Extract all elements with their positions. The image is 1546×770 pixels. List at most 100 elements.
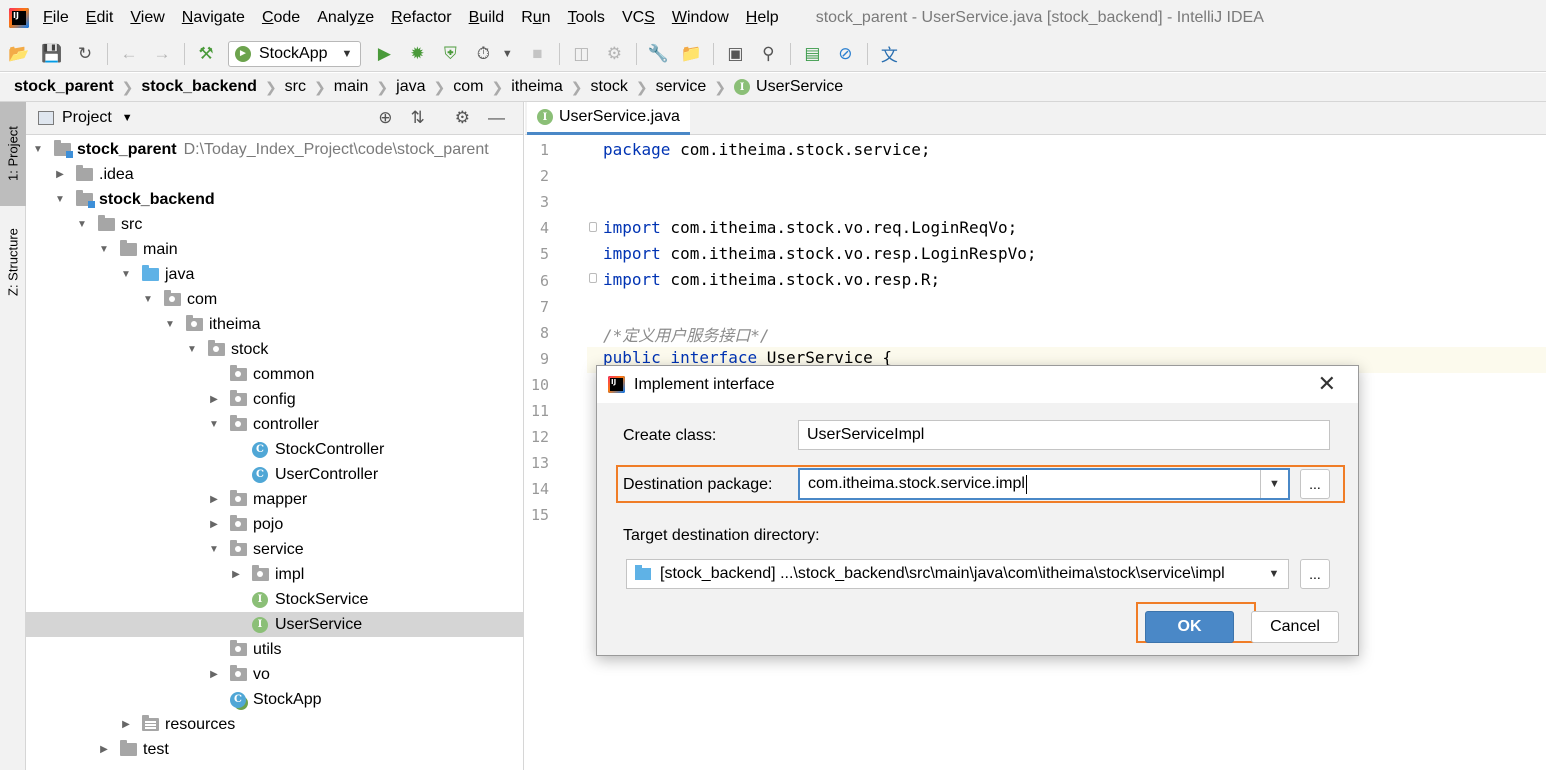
gear-icon[interactable]: ⚙ [455,108,470,128]
target-dir-browse-button[interactable]: ... [1300,559,1330,589]
menu-run[interactable]: Run [521,9,550,27]
breadcrumb-item[interactable]: stock_parent [14,78,114,96]
minimize-icon[interactable]: — [488,108,505,128]
menu-tools[interactable]: Tools [568,9,605,27]
tree-item[interactable]: ▶ config [26,387,524,412]
tab-structure[interactable]: Z: Structure [0,212,26,312]
settings-wrench-icon[interactable]: 🔧 [647,43,669,65]
close-icon[interactable]: ✕ [1318,371,1336,397]
chevron-down-icon[interactable]: ▼ [496,43,518,65]
menu-analyze[interactable]: Analyze [317,9,374,27]
tree-item[interactable]: ▶ impl [26,562,524,587]
menu-vcs[interactable]: VCS [622,9,655,27]
target-dir-combo[interactable]: [stock_backend] ...\stock_backend\src\ma… [626,559,1289,589]
expand-down-icon[interactable]: ▼ [54,194,66,205]
breadcrumb-item[interactable]: UserService [756,78,843,96]
create-class-field[interactable]: UserServiceImpl [798,420,1330,450]
tree-item[interactable]: ▼ com [26,287,524,312]
project-panel-title[interactable]: Project [62,109,112,127]
expand-right-icon[interactable]: ▶ [120,719,132,730]
tree-item[interactable]: C StockApp [26,687,524,712]
ok-button[interactable]: OK [1145,611,1234,643]
tree-item[interactable]: I StockService [26,587,524,612]
tree-item[interactable]: ▶ vo [26,662,524,687]
expand-down-icon[interactable]: ▼ [186,344,198,355]
tree-item[interactable]: C StockController [26,437,524,462]
expand-down-icon[interactable]: ▼ [76,219,88,230]
attach-icon[interactable]: ◫ [570,43,592,65]
expand-down-icon[interactable]: ▼ [120,269,132,280]
tree-item[interactable]: ▼ stock_parent D:\Today_Index_Project\code… [26,137,524,162]
tree-item[interactable]: ▼ service [26,537,524,562]
run-icon[interactable]: ▶ [373,43,395,65]
deploy-icon[interactable]: ⚙ [603,43,625,65]
menu-edit[interactable]: Edit [86,9,114,27]
destination-package-browse-button[interactable]: ... [1300,469,1330,499]
translate-icon[interactable]: 文 [878,43,900,65]
cancel-button[interactable]: Cancel [1251,611,1339,643]
tree-item[interactable]: ▼ stock [26,337,524,362]
back-arrow-icon[interactable]: ← [118,43,140,65]
menu-view[interactable]: View [130,9,164,27]
breadcrumb-item[interactable]: itheima [511,78,563,96]
terminal-icon[interactable]: ▣ [724,43,746,65]
tab-project[interactable]: 1: Project [0,102,26,206]
debug-icon[interactable]: ✹ [406,43,428,65]
tree-item[interactable]: utils [26,637,524,662]
coverage-icon[interactable]: ⛨ [439,43,461,65]
breadcrumb-item[interactable]: stock [591,78,628,96]
build-hammer-icon[interactable]: ⚒ [195,43,217,65]
tree-item[interactable]: ▶ mapper [26,487,524,512]
tree-item[interactable]: ▶ .idea [26,162,524,187]
tree-item[interactable]: ▼ src [26,212,524,237]
collapse-all-icon[interactable]: ⇅ [411,108,425,128]
expand-down-icon[interactable]: ▼ [208,544,220,555]
fold-marker-icon[interactable] [589,222,597,232]
tree-item[interactable]: ▶ resources [26,712,524,737]
project-structure-icon[interactable]: 📁 [680,43,702,65]
tree-item[interactable]: ▶ test [26,737,524,762]
chevron-down-icon[interactable]: ▼ [122,112,133,124]
save-icon[interactable]: 💾 [41,43,63,65]
menu-file[interactable]: File [43,9,69,27]
expand-down-icon[interactable]: ▼ [142,294,154,305]
chevron-down-icon[interactable]: ▼ [1260,560,1288,588]
expand-right-icon[interactable]: ▶ [54,169,66,180]
expand-right-icon[interactable]: ▶ [208,394,220,405]
expand-down-icon[interactable]: ▼ [98,244,110,255]
open-folder-icon[interactable]: 📂 [8,43,30,65]
forward-arrow-icon[interactable]: → [151,43,173,65]
breadcrumb-item[interactable]: java [396,78,425,96]
menu-window[interactable]: Window [672,9,729,27]
fold-marker-icon[interactable] [589,273,597,283]
tree-item[interactable]: ▼ controller [26,412,524,437]
destination-package-combo[interactable]: com.itheima.stock.service.impl ▼ [798,468,1290,500]
breadcrumb-item[interactable]: service [656,78,707,96]
sync-icon[interactable]: ↻ [74,43,96,65]
breadcrumb-item[interactable]: src [285,78,306,96]
tree-item[interactable]: I UserService [26,612,524,637]
tree-item[interactable]: ▶ pojo [26,512,524,537]
locate-target-icon[interactable]: ⊕ [378,108,392,128]
expand-right-icon[interactable]: ▶ [230,569,242,580]
menu-navigate[interactable]: Navigate [182,9,245,27]
menu-build[interactable]: Build [469,9,505,27]
expand-right-icon[interactable]: ▶ [208,519,220,530]
disable-icon[interactable]: ⊘ [834,43,856,65]
breadcrumb-item[interactable]: main [334,78,369,96]
tree-item[interactable]: ▼ main [26,237,524,262]
tab-userservice-java[interactable]: I UserService.java [527,102,690,135]
stop-icon[interactable]: ■ [526,43,548,65]
tree-item[interactable]: ▼ stock_backend [26,187,524,212]
search-icon[interactable]: ⚲ [757,43,779,65]
expand-down-icon[interactable]: ▼ [32,144,44,155]
tree-item[interactable]: ▼ itheima [26,312,524,337]
activity-icon[interactable]: ▤ [801,43,823,65]
expand-right-icon[interactable]: ▶ [98,744,110,755]
breadcrumb-item[interactable]: com [453,78,483,96]
expand-down-icon[interactable]: ▼ [208,419,220,430]
run-config-selector[interactable]: ► StockApp ▼ [228,40,362,67]
expand-right-icon[interactable]: ▶ [208,494,220,505]
expand-down-icon[interactable]: ▼ [164,319,176,330]
menu-code[interactable]: Code [262,9,300,27]
